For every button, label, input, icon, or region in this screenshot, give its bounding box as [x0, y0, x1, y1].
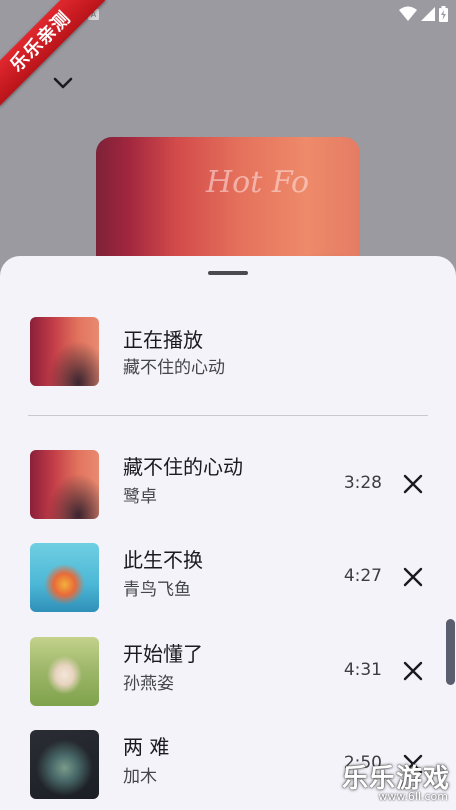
signal-icon [421, 7, 435, 21]
song-duration: 3:28 [343, 473, 382, 493]
queue-item[interactable]: 开始懂了 孙燕姿 4:31 [0, 636, 456, 706]
song-artist: 加木 [123, 767, 157, 787]
song-title: 开始懂了 [123, 642, 203, 666]
divider [28, 415, 428, 416]
song-title: 藏不住的心动 [123, 455, 243, 479]
song-duration: 4:31 [343, 660, 382, 680]
now-playing-thumbnail [30, 317, 99, 386]
queue-item[interactable]: 藏不住的心动 鹭卓 3:28 [0, 449, 456, 519]
now-playing-song: 藏不住的心动 [123, 358, 225, 378]
song-artist: 孙燕姿 [123, 674, 174, 694]
song-title: 两 难 [123, 735, 170, 759]
close-icon [403, 661, 423, 681]
collapse-player-button[interactable] [50, 70, 76, 96]
song-thumbnail [30, 730, 99, 799]
remove-from-queue-button[interactable] [400, 564, 426, 590]
song-thumbnail [30, 543, 99, 612]
now-playing-row[interactable]: 正在播放 藏不住的心动 [0, 316, 456, 386]
song-duration: 4:27 [343, 566, 382, 586]
close-icon [403, 474, 423, 494]
chevron-down-icon [53, 77, 73, 89]
album-art-text: Hot Fo [206, 165, 310, 200]
status-icons [399, 6, 448, 22]
now-playing-label: 正在播放 [123, 328, 203, 352]
scrollbar[interactable] [446, 619, 455, 685]
queue-item[interactable]: 此生不换 青鸟飞鱼 4:27 [0, 542, 456, 612]
song-artist: 鹭卓 [123, 487, 157, 507]
remove-from-queue-button[interactable] [400, 658, 426, 684]
close-icon [403, 567, 423, 587]
song-thumbnail [30, 637, 99, 706]
drag-handle[interactable] [208, 271, 248, 275]
watermark-logo: 乐乐游戏 www.6ll.com [342, 758, 454, 808]
song-thumbnail [30, 450, 99, 519]
battery-icon [439, 6, 448, 22]
remove-from-queue-button[interactable] [400, 471, 426, 497]
watermark-url: www.6ll.com [378, 790, 448, 803]
song-title: 此生不换 [123, 548, 203, 572]
wifi-icon [399, 6, 417, 21]
queue-sheet: 正在播放 藏不住的心动 藏不住的心动 鹭卓 3:28 此生不换 青鸟飞鱼 4:2… [0, 256, 456, 810]
song-artist: 青鸟飞鱼 [123, 580, 191, 600]
